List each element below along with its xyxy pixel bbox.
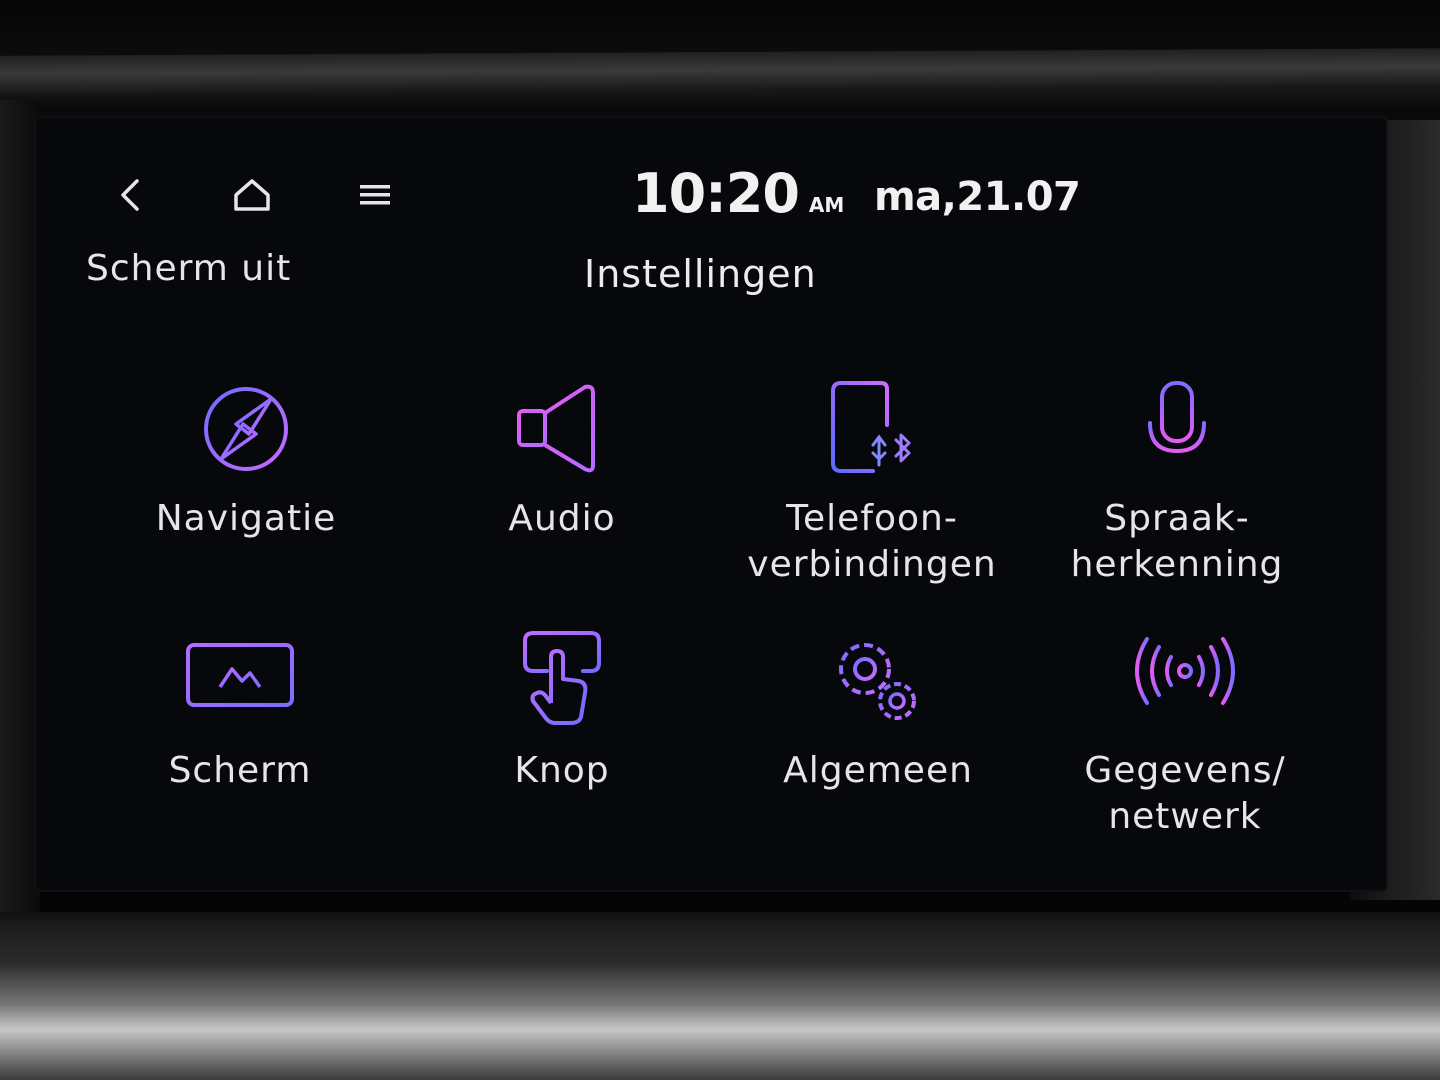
tile-label: Knop [514,750,610,791]
touch-button-icon [502,626,622,736]
bezel-bottom [0,912,1440,1080]
bezel-left [0,100,40,940]
tile-label: Navigatie [155,498,337,539]
clock-ampm: AM [808,193,845,217]
clock-time: 10:20 [632,162,800,225]
date-display: ma,21.07 [874,174,1081,220]
infotainment-screen: 10:20 AM ma,21.07 Scherm uit Instellinge… [36,118,1386,890]
tile-label: Scherm [168,750,312,791]
page-title: Instellingen [584,252,817,296]
tile-algemeen[interactable]: Algemeen [728,626,1028,794]
tile-knop[interactable]: Knop [412,626,712,794]
home-icon [234,179,270,211]
bezel-top [0,48,1440,96]
screen-off-button[interactable]: Scherm uit [86,248,291,289]
tile-label: Gegevens/ netwerk [1084,750,1286,837]
back-button[interactable] [100,170,160,220]
clock: 10:20 AM [632,162,844,225]
tile-label: Spraak- herkenning [1070,498,1284,585]
home-button[interactable] [222,170,282,220]
chevron-left-icon [121,179,139,211]
tile-telefoonverbindingen[interactable]: Telefoon- verbindingen [722,374,1022,588]
tile-label: Telefoon- verbindingen [747,498,997,585]
tile-spraakherkenning[interactable]: Spraak- herkenning [1027,374,1327,588]
car-dashboard-frame: 10:20 AM ma,21.07 Scherm uit Instellinge… [0,0,1440,1080]
tile-label: Algemeen [783,750,973,791]
gears-icon [818,626,938,736]
tile-navigatie[interactable]: Navigatie [96,374,396,542]
tile-audio[interactable]: Audio [412,374,712,542]
tile-scherm[interactable]: Scherm [90,626,390,794]
menu-button[interactable] [345,170,405,220]
speaker-icon [502,374,622,484]
hamburger-menu-icon [360,185,390,205]
phone-connection-icon [812,374,932,484]
microphone-icon [1117,374,1237,484]
compass-icon [186,374,306,484]
antenna-icon [1125,626,1245,736]
tile-gegevens-netwerk[interactable]: Gegevens/ netwerk [1035,626,1335,840]
display-icon [180,626,300,736]
tile-label: Audio [508,498,616,539]
